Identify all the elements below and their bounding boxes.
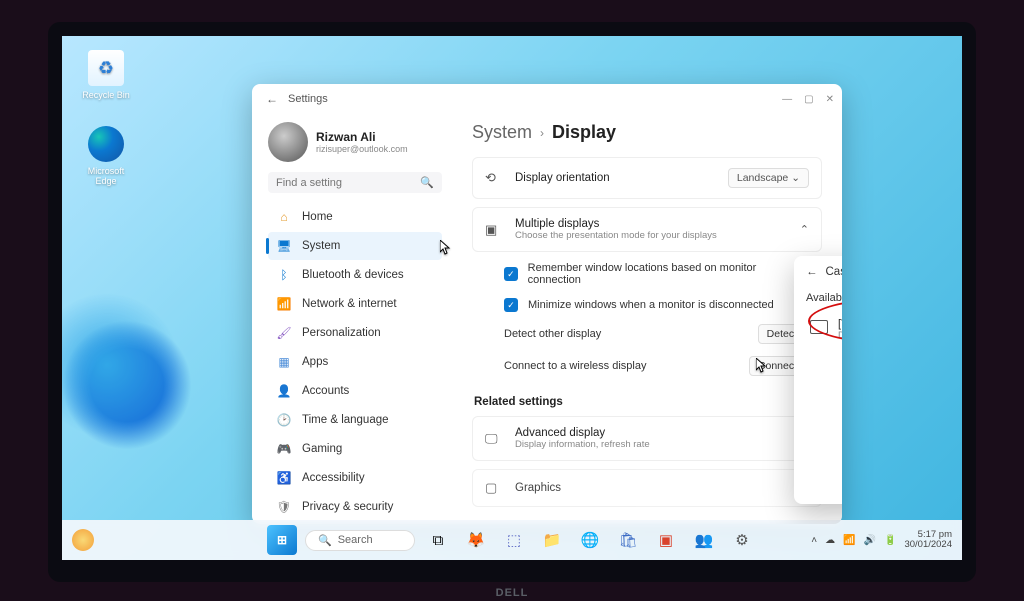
avatar — [268, 122, 308, 162]
detect-display-row: Detect other display Detect — [476, 318, 818, 350]
tray-chevron-icon[interactable]: ˄ — [811, 535, 817, 546]
titlebar: ← Settings — ▢ ✕ — [252, 84, 842, 114]
settings-search[interactable]: 🔍 — [268, 172, 442, 193]
checkbox-checked-icon[interactable]: ✓ — [504, 298, 518, 312]
brush-icon: 🖌 — [276, 325, 292, 341]
task-view-button[interactable]: ⧉ — [423, 525, 453, 555]
edge-shortcut[interactable]: Microsoft Edge — [76, 126, 136, 186]
laptop-screen: ♻ Recycle Bin Microsoft Edge ← Settings … — [48, 22, 976, 582]
multiple-displays-expanded: ✓ Remember window locations based on mon… — [472, 256, 822, 382]
available-displays-heading: Available displays — [806, 292, 842, 304]
search-icon: 🔍 — [420, 176, 434, 189]
nav-personalization[interactable]: 🖌Personalization — [268, 319, 442, 347]
nav-privacy[interactable]: 🛡Privacy & security — [268, 493, 442, 521]
related-settings-title: Related settings — [474, 396, 822, 408]
home-icon: ⌂ — [276, 209, 292, 225]
profile-block[interactable]: Rizwan Ali rizisuper@outlook.com — [268, 122, 442, 162]
connect-wireless-row: Connect to a wireless display Connect — [476, 350, 818, 382]
minimize-button[interactable]: — — [782, 94, 792, 105]
recycle-bin-label: Recycle Bin — [76, 90, 136, 100]
cast-back-button[interactable]: ← — [806, 266, 818, 278]
dell-logo: DELL — [496, 587, 529, 599]
taskbar-search[interactable]: 🔍 Search — [305, 530, 415, 551]
cast-flyout: ← Cast ⚲ ✕ Available displays [TV] Samsu… — [794, 256, 842, 504]
apps-icon: ▦ — [276, 354, 292, 370]
wifi-icon: 📶 — [276, 296, 292, 312]
edge-icon — [88, 126, 124, 162]
nav-time[interactable]: 🕑Time & language — [268, 406, 442, 434]
nav-gaming[interactable]: 🎮Gaming — [268, 435, 442, 463]
orientation-icon: ⟲ — [485, 170, 503, 186]
gamepad-icon: 🎮 — [276, 441, 292, 457]
nav-system[interactable]: 🖥System — [268, 232, 442, 260]
settings-search-input[interactable] — [276, 177, 420, 189]
wifi-tray-icon[interactable]: 📶 — [843, 535, 855, 546]
pinned-app-3[interactable]: ▣ — [651, 525, 681, 555]
graphics-row[interactable]: ▢ Graphics — [472, 469, 822, 507]
edge-label: Microsoft Edge — [76, 166, 136, 186]
start-button[interactable]: ⊞ — [267, 525, 297, 555]
checkbox-checked-icon[interactable]: ✓ — [504, 267, 518, 281]
recycle-bin-shortcut[interactable]: ♻ Recycle Bin — [76, 50, 136, 100]
chevron-down-icon: ⌄ — [791, 172, 800, 184]
maximize-button[interactable]: ▢ — [804, 94, 813, 105]
advanced-display-row[interactable]: 🖵 Advanced display Display information, … — [472, 416, 822, 461]
crumb-display: Display — [552, 122, 616, 143]
tv-icon — [810, 320, 828, 334]
shield-icon: 🛡 — [276, 499, 292, 515]
sidebar: Rizwan Ali rizisuper@outlook.com 🔍 ⌂Home… — [252, 114, 452, 524]
wallpaper-bloom — [48, 280, 232, 490]
pinned-app-2[interactable]: ⬚ — [499, 525, 529, 555]
nav-home[interactable]: ⌂Home — [268, 203, 442, 231]
settings-window: ← Settings — ▢ ✕ Rizwan Ali rizisuper@ou… — [252, 84, 842, 524]
volume-tray-icon[interactable]: 🔊 — [864, 535, 876, 546]
content-pane: System › Display ⟲ Display orientation L… — [452, 114, 842, 524]
nav-apps[interactable]: ▦Apps — [268, 348, 442, 376]
close-button[interactable]: ✕ — [826, 94, 834, 105]
taskbar: ⊞ 🔍 Search ⧉ 🦊 ⬚ 📁 🌐 🛍 ▣ 👥 ⚙ ˄ ☁ 📶 🔊 🔋 5… — [62, 520, 962, 560]
back-button[interactable]: ← — [260, 92, 284, 106]
cast-device-item[interactable]: [TV] Samsung 8 Series (55) Display — [806, 312, 842, 347]
crumb-system[interactable]: System — [472, 122, 532, 143]
pinned-app-1[interactable]: 🦊 — [461, 525, 491, 555]
window-title: Settings — [288, 93, 782, 105]
onedrive-icon[interactable]: ☁ — [825, 535, 835, 546]
accessibility-icon: ♿ — [276, 470, 292, 486]
search-icon: 🔍 — [318, 534, 332, 547]
breadcrumb: System › Display — [472, 122, 822, 143]
file-explorer-button[interactable]: 📁 — [537, 525, 567, 555]
remember-locations-row[interactable]: ✓ Remember window locations based on mon… — [476, 256, 818, 292]
nav-bluetooth[interactable]: ᛒBluetooth & devices — [268, 261, 442, 289]
settings-taskbar-button[interactable]: ⚙ — [727, 525, 757, 555]
clock-icon: 🕑 — [276, 412, 292, 428]
device-name: [TV] Samsung 8 Series (55) — [838, 318, 842, 330]
chevron-up-icon: ⌃ — [800, 223, 809, 236]
clock[interactable]: 5:17 pm 30/01/2024 — [904, 530, 952, 551]
battery-tray-icon[interactable]: 🔋 — [884, 535, 896, 546]
graphics-icon: ▢ — [485, 480, 503, 496]
recycle-bin-icon: ♻ — [88, 50, 124, 86]
cast-title: Cast — [826, 266, 843, 278]
multiple-displays-icon: ▣ — [485, 222, 503, 238]
profile-name: Rizwan Ali — [316, 130, 408, 144]
chevron-right-icon: › — [540, 126, 544, 140]
nav-accessibility[interactable]: ♿Accessibility — [268, 464, 442, 492]
nav-accounts[interactable]: 👤Accounts — [268, 377, 442, 405]
store-button[interactable]: 🛍 — [613, 525, 643, 555]
display-orientation-row[interactable]: ⟲ Display orientation Landscape ⌄ — [472, 157, 822, 199]
orientation-dropdown[interactable]: Landscape ⌄ — [728, 168, 809, 188]
nav-network[interactable]: 📶Network & internet — [268, 290, 442, 318]
bluetooth-icon: ᛒ — [276, 267, 292, 283]
system-tray[interactable]: ˄ ☁ 📶 🔊 🔋 5:17 pm 30/01/2024 — [811, 530, 952, 551]
minimize-windows-row[interactable]: ✓ Minimize windows when a monitor is dis… — [476, 292, 818, 318]
monitor-icon: 🖵 — [485, 431, 503, 447]
device-kind: Display — [838, 330, 842, 341]
profile-email: rizisuper@outlook.com — [316, 144, 408, 154]
edge-taskbar-button[interactable]: 🌐 — [575, 525, 605, 555]
system-icon: 🖥 — [276, 238, 292, 254]
teams-button[interactable]: 👥 — [689, 525, 719, 555]
weather-widget[interactable] — [72, 529, 94, 551]
person-icon: 👤 — [276, 383, 292, 399]
multiple-displays-row[interactable]: ▣ Multiple displays Choose the presentat… — [472, 207, 822, 252]
